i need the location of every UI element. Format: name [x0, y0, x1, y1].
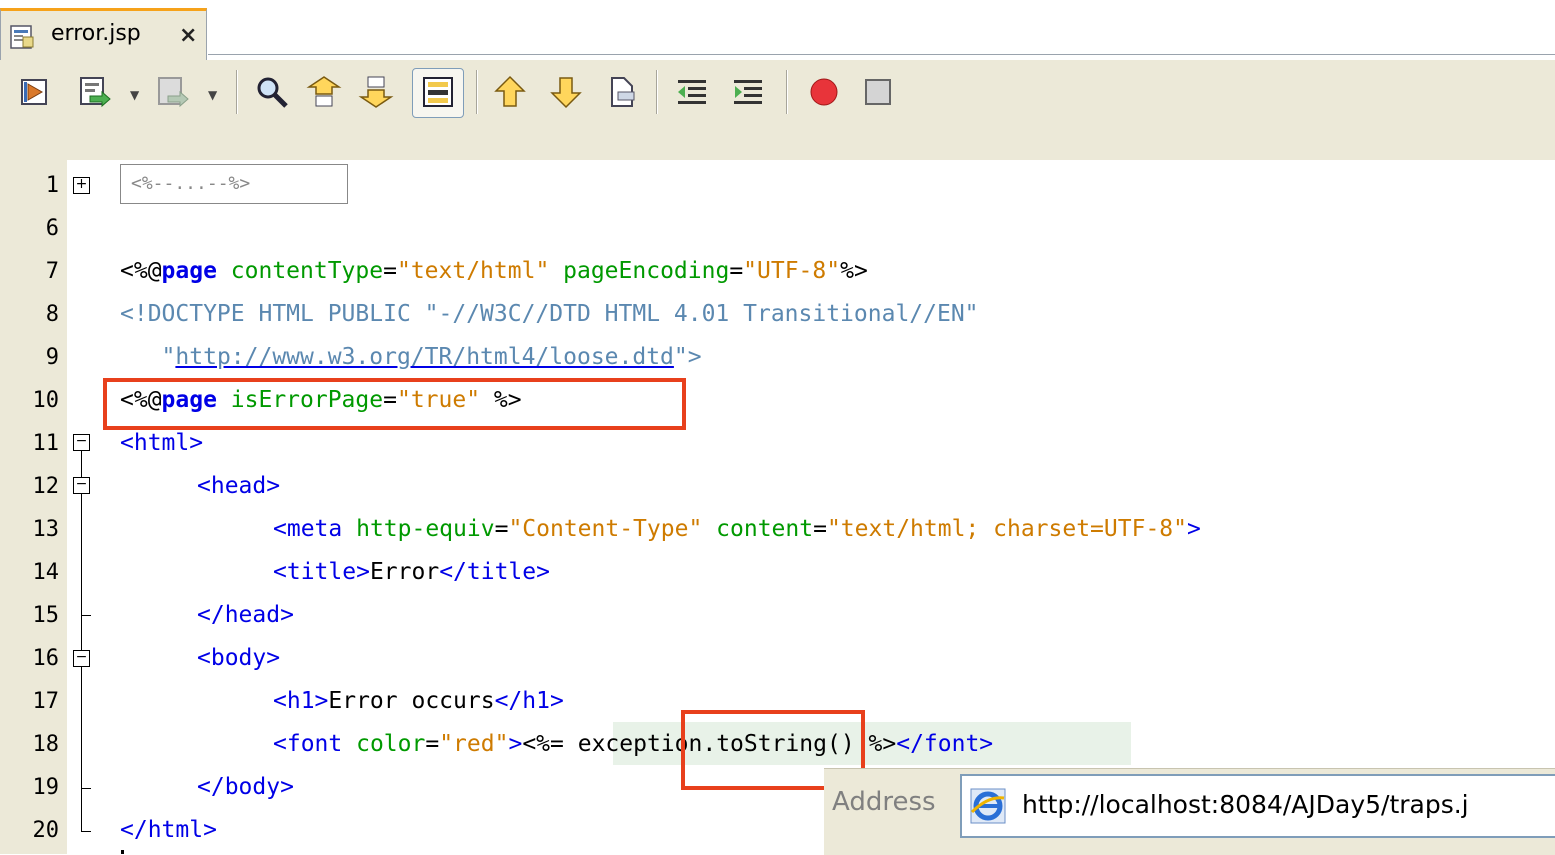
find-next-icon[interactable] — [358, 74, 394, 110]
internet-explorer-icon — [970, 788, 1006, 824]
jsp-file-icon — [10, 25, 34, 49]
toolbar-separator — [236, 70, 238, 114]
tab-error-jsp[interactable]: error.jsp × — [0, 8, 207, 60]
next-bookmark-icon[interactable] — [548, 74, 584, 110]
close-icon[interactable]: × — [179, 23, 197, 48]
expand-fold-icon[interactable]: + — [73, 177, 90, 194]
last-edit-icon[interactable] — [18, 74, 54, 110]
editor-header-band — [0, 125, 1555, 160]
code-line-14[interactable]: <title>Error</title> — [273, 551, 550, 594]
code-line-20[interactable]: </html> — [120, 809, 217, 852]
line-number: 17 — [32, 689, 60, 714]
fold-guide-line — [81, 494, 82, 615]
line-number: 15 — [32, 603, 60, 628]
line-number: 7 — [45, 259, 59, 284]
code-line-9[interactable]: "http://www.w3.org/TR/html4/loose.dtd"> — [120, 336, 702, 379]
find-previous-icon[interactable] — [306, 74, 342, 110]
line-number: 20 — [32, 818, 60, 843]
fold-end-marker — [81, 831, 91, 832]
code-line-17[interactable]: <h1>Error occurs</h1> — [273, 680, 564, 723]
line-number: 9 — [45, 345, 59, 370]
browser-address-bar: Address http://localhost:8084/AJDay5/tra… — [824, 768, 1555, 855]
stop-macro-recording-icon[interactable] — [860, 74, 896, 110]
code-line-19[interactable]: </body> — [197, 766, 294, 809]
tab-strip-divider — [208, 54, 1555, 55]
collapsed-comment-block[interactable]: <%--...--%> — [120, 164, 348, 204]
line-number: 8 — [45, 302, 59, 327]
fold-guide-line — [81, 451, 82, 477]
forward-dropdown-arrow-icon[interactable]: ▼ — [208, 88, 217, 102]
previous-bookmark-icon[interactable] — [492, 74, 528, 110]
start-macro-recording-icon[interactable] — [806, 74, 842, 110]
line-number: 10 — [32, 388, 60, 413]
collapse-fold-icon[interactable]: − — [73, 477, 90, 494]
line-number: 19 — [32, 775, 60, 800]
collapse-fold-icon[interactable]: − — [73, 650, 90, 667]
toolbar-separator — [786, 70, 788, 114]
line-number: 18 — [32, 732, 60, 757]
code-line-13[interactable]: <meta http-equiv="Content-Type" content=… — [273, 508, 1201, 551]
fold-end-marker — [81, 615, 91, 616]
code-line-7[interactable]: <%@page contentType="text/html" pageEnco… — [120, 250, 868, 293]
editor-tab-strip: error.jsp × — [0, 0, 1555, 60]
fold-end-marker — [81, 788, 91, 789]
line-number: 16 — [32, 646, 60, 671]
code-line-16[interactable]: <body> — [197, 637, 280, 680]
toggle-bookmark-icon[interactable] — [604, 74, 640, 110]
tab-label: error.jsp — [51, 21, 141, 46]
is-error-page-highlight-box — [103, 378, 686, 430]
line-number: 14 — [32, 560, 60, 585]
line-number: 1 — [45, 173, 59, 198]
toggle-highlight-icon[interactable] — [420, 74, 456, 110]
back-history-icon[interactable] — [76, 74, 112, 110]
code-line-15[interactable]: </head> — [197, 594, 294, 637]
line-number: 13 — [32, 517, 60, 542]
code-line-12[interactable]: <head> — [197, 465, 280, 508]
fold-guide-line — [81, 788, 82, 831]
address-field[interactable]: http://localhost:8084/AJDay5/traps.j — [960, 774, 1555, 838]
line-number: 11 — [32, 431, 60, 456]
back-dropdown-arrow-icon[interactable]: ▼ — [130, 88, 139, 102]
address-url: http://localhost:8084/AJDay5/traps.j — [1022, 790, 1469, 819]
editor-toolbar: ▼ ▼ — [0, 60, 1555, 125]
line-number-gutter: 1 6 7 8 9 10 11 12 13 14 15 16 17 18 19 … — [0, 160, 67, 854]
text-caret — [121, 850, 124, 854]
line-number: 6 — [45, 216, 59, 241]
fold-guide-line — [81, 615, 82, 650]
fold-column — [67, 160, 97, 854]
collapse-fold-icon[interactable]: − — [73, 434, 90, 451]
fold-guide-line — [81, 667, 82, 788]
shift-right-icon[interactable] — [730, 74, 766, 110]
forward-history-icon[interactable] — [154, 74, 190, 110]
toolbar-separator — [656, 70, 658, 114]
shift-left-icon[interactable] — [674, 74, 710, 110]
find-icon[interactable] — [254, 74, 290, 110]
code-line-18[interactable]: <font color="red"><%= exception.toString… — [273, 723, 993, 766]
address-label: Address — [832, 787, 936, 817]
toolbar-separator — [476, 70, 478, 114]
line-number: 12 — [32, 474, 60, 499]
code-line-8[interactable]: <!DOCTYPE HTML PUBLIC "-//W3C//DTD HTML … — [120, 293, 979, 336]
